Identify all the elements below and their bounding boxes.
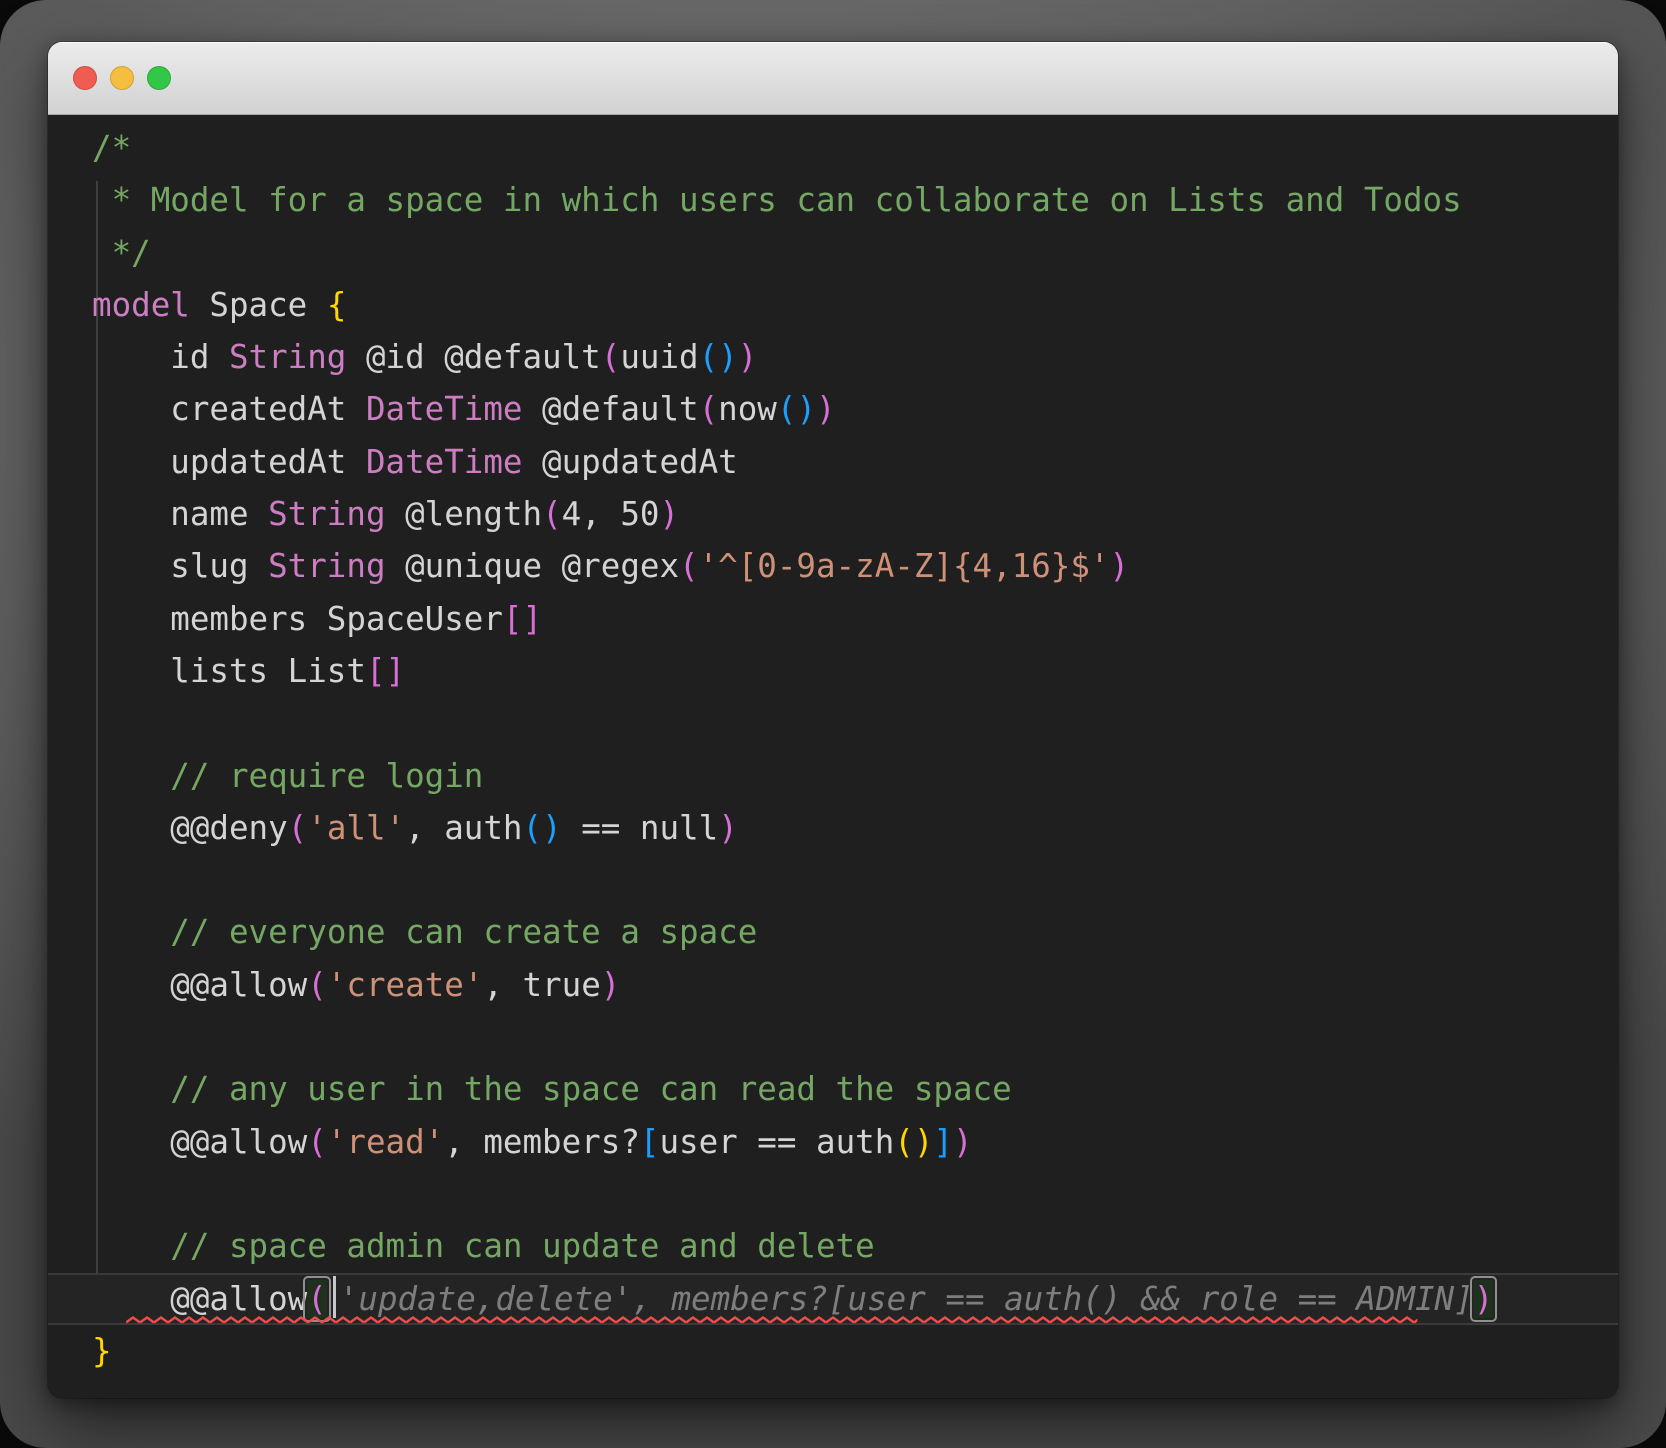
code-line[interactable]: // require login	[92, 750, 1598, 802]
code-line[interactable]: // everyone can create a space	[92, 906, 1598, 958]
code-line[interactable]: }	[92, 1325, 1598, 1377]
code-line[interactable]: lists List[]	[92, 645, 1598, 697]
code-editor-window: /* * Model for a space in which users ca…	[48, 42, 1618, 1398]
code-line[interactable]: model Space {	[92, 279, 1598, 331]
code-line-current[interactable]: @@allow('update,delete', members?[user =…	[48, 1272, 1618, 1325]
code-line[interactable]: @@allow('read', members?[user == auth()]…	[92, 1116, 1598, 1168]
code-line[interactable]: name String @length(4, 50)	[92, 488, 1598, 540]
window-titlebar[interactable]	[48, 42, 1618, 115]
code-line[interactable]: members SpaceUser[]	[92, 593, 1598, 645]
zoom-button[interactable]	[147, 66, 171, 90]
error-squiggle	[126, 1315, 1418, 1324]
code-line[interactable]: slug String @unique @regex('^[0-9a-zA-Z]…	[92, 540, 1598, 592]
code-line[interactable]: @@allow('create', true)	[92, 959, 1598, 1011]
code-line[interactable]: /*	[92, 122, 1598, 174]
code-line[interactable]	[92, 1011, 1598, 1063]
minimize-button[interactable]	[110, 66, 134, 90]
code-line[interactable]: id String @id @default(uuid())	[92, 331, 1598, 383]
code-line[interactable]: updatedAt DateTime @updatedAt	[92, 436, 1598, 488]
code-line[interactable]: // any user in the space can read the sp…	[92, 1063, 1598, 1115]
code-line[interactable]: */	[92, 227, 1598, 279]
code-line[interactable]	[92, 1168, 1598, 1220]
code-editor[interactable]: /* * Model for a space in which users ca…	[48, 115, 1618, 1398]
code-line[interactable]: @@deny('all', auth() == null)	[92, 802, 1598, 854]
code-line[interactable]: * Model for a space in which users can c…	[92, 174, 1598, 226]
code-line[interactable]	[92, 697, 1598, 749]
desktop-backdrop: /* * Model for a space in which users ca…	[0, 0, 1666, 1448]
close-button[interactable]	[73, 66, 97, 90]
text-cursor	[332, 1275, 336, 1318]
code-line[interactable]: // space admin can update and delete	[92, 1220, 1598, 1272]
code-line[interactable]: createdAt DateTime @default(now())	[92, 383, 1598, 435]
code-line[interactable]	[92, 854, 1598, 906]
code-area[interactable]: /* * Model for a space in which users ca…	[48, 122, 1618, 1377]
